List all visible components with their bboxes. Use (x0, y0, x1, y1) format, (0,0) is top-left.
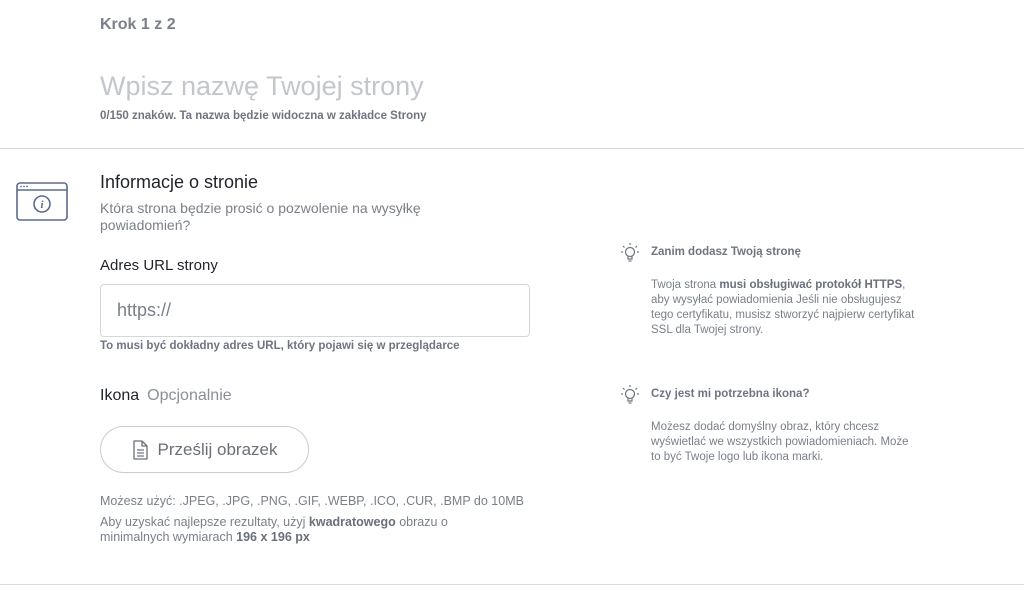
icon-label-text: Ikona (100, 387, 140, 404)
image-advice: Aby uzyskać najlepsze rezultaty, użyj kw… (100, 515, 470, 545)
section-subtitle: Która strona będzie prosić o pozwolenie … (100, 200, 421, 233)
advice-strong-2: 196 x 196 px (236, 530, 310, 544)
tip-body-strong: musi obsługiwać protokół HTTPS (719, 279, 903, 291)
lightbulb-icon (621, 385, 639, 404)
tip-body: Twoja strona musi obsługiwać protokół HT… (651, 278, 921, 338)
divider-top (0, 148, 1024, 149)
url-input[interactable] (100, 284, 530, 337)
site-name-help: 0/150 znaków. Ta nazwa będzie widoczna w… (100, 110, 427, 122)
optional-label: Opcjonalnie (147, 387, 232, 404)
url-help: To musi być dokładny adres URL, który po… (100, 340, 460, 352)
icon-field-label: Ikona Opcjonalnie (100, 387, 232, 405)
lightbulb-icon (621, 243, 639, 262)
svg-text:i: i (40, 199, 44, 211)
tip-title: Czy jest mi potrzebna ikona? (651, 388, 810, 400)
section-title: Informacje o stronie (100, 172, 259, 192)
divider-bottom (0, 584, 1024, 585)
url-label: Adres URL strony (100, 257, 218, 274)
upload-button-label: Prześlij obrazek (157, 439, 278, 459)
step-indicator: Krok 1 z 2 (100, 16, 176, 33)
tip-body: Możesz dodać domyślny obraz, który chces… (651, 421, 909, 463)
browser-info-icon: i (16, 182, 68, 221)
advice-text-1: Aby uzyskać najlepsze rezultaty, użyj (100, 515, 309, 529)
allowed-formats: Możesz użyć: .JPEG, .JPG, .PNG, .GIF, .W… (100, 494, 524, 508)
document-icon (132, 439, 148, 460)
tip-body-text-1: Twoja strona (651, 279, 720, 291)
advice-strong-1: kwadratowego (308, 515, 396, 529)
tip-title: Zanim dodasz Twoją stronę (651, 246, 801, 258)
site-name-help-text: 0/150 znaków. Ta nazwa będzie widoczna w… (100, 110, 391, 122)
site-name-help-strong: Strony (390, 110, 427, 122)
site-name-input[interactable] (100, 66, 700, 106)
upload-image-button[interactable]: Prześlij obrazek (100, 426, 309, 473)
